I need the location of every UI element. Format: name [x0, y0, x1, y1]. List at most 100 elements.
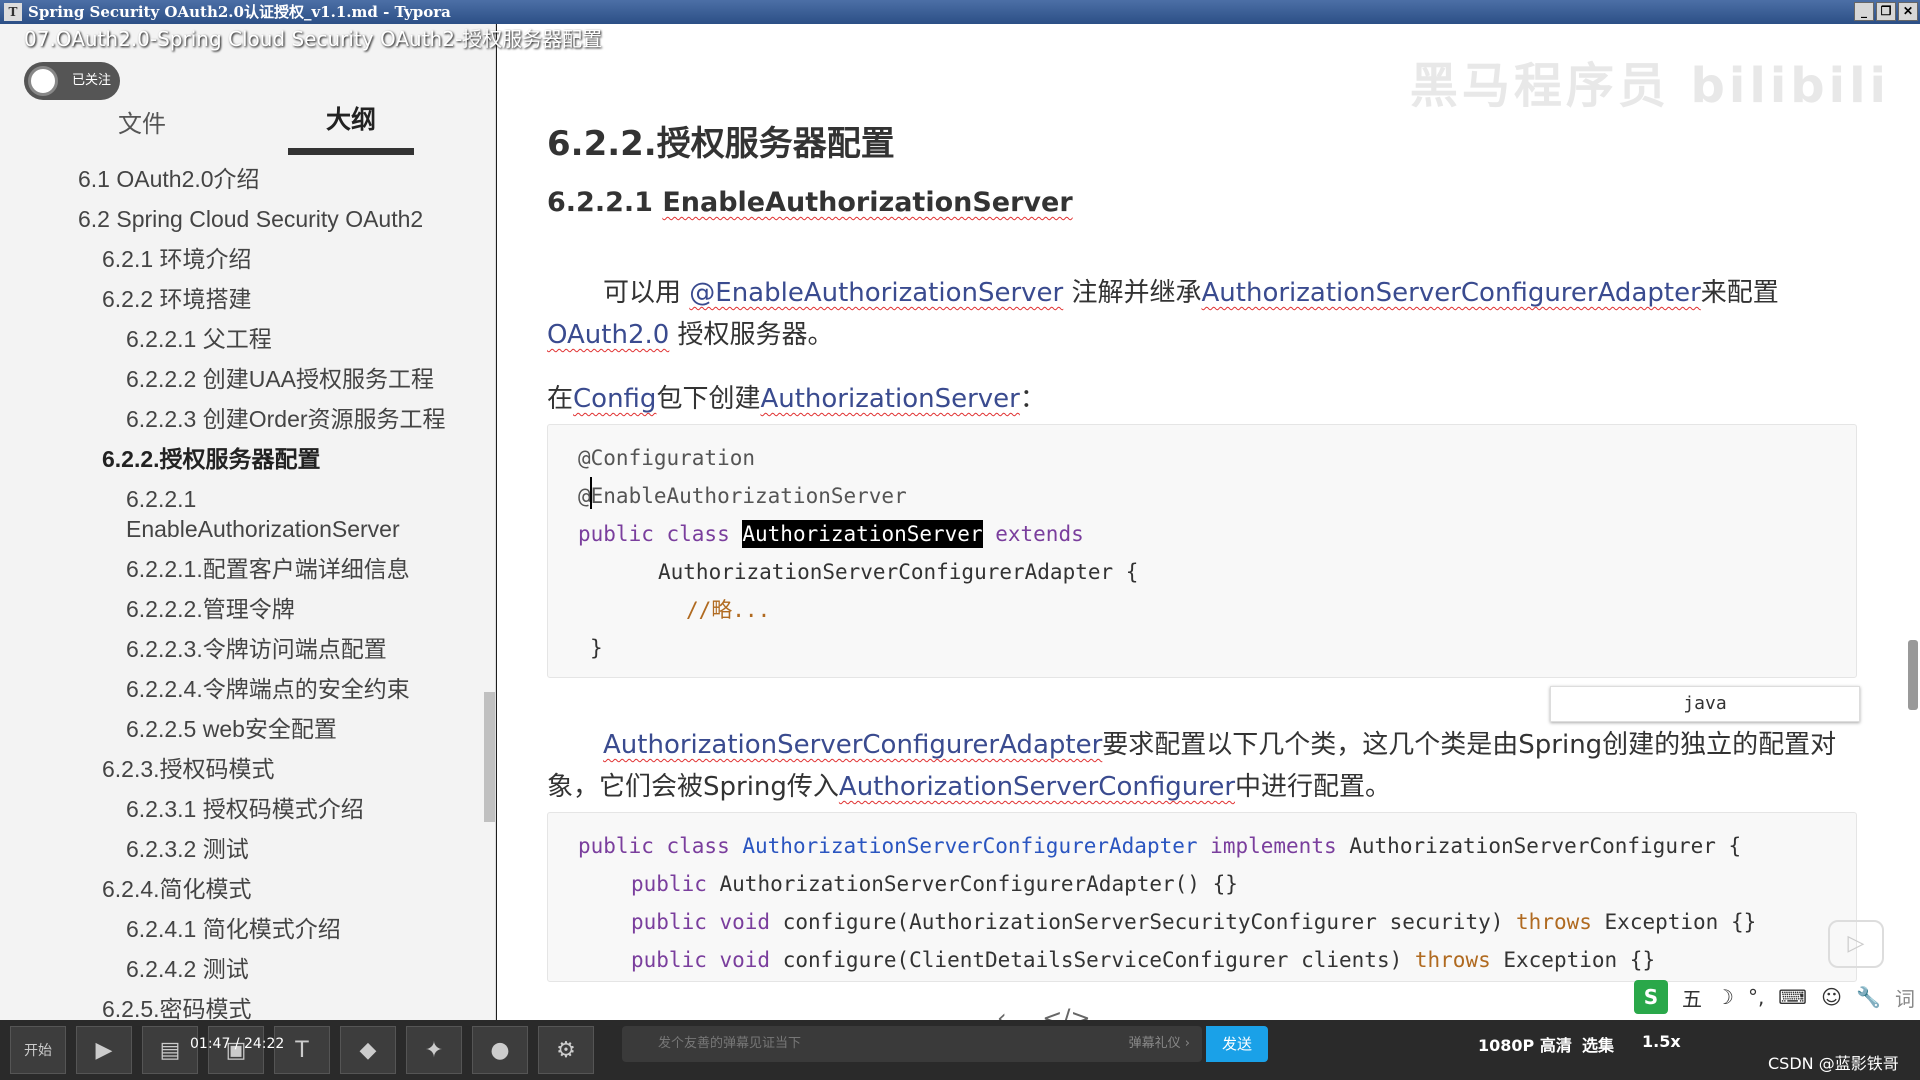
code-line: AuthorizationServerConfigurerAdapter {: [658, 560, 1139, 584]
outline-item[interactable]: 6.2 Spring Cloud Security OAuth2: [78, 204, 423, 234]
ime-ci: 词: [1894, 986, 1915, 1011]
chevron-left-icon[interactable]: ‹: [997, 1004, 1007, 1020]
outline-item[interactable]: 6.2.2.授权服务器配置: [102, 444, 321, 474]
video-title: 07.OAuth2.0-Spring Cloud Security OAuth2…: [24, 27, 603, 51]
app-icon[interactable]: ✦: [406, 1026, 462, 1074]
p3b-configurer: AuthorizationServerConfigurer: [838, 772, 1236, 802]
document-area: 黑马程序员 bilibili 6.2.2.授权服务器配置 6.2.2.1 Ena…: [497, 24, 1920, 1020]
danmu-etiquette-link[interactable]: 弹幕礼仪 ›: [1129, 1026, 1190, 1062]
playback-time: 01:47 / 24:22: [190, 1036, 285, 1052]
outline-item[interactable]: 6.2.3.授权码模式: [102, 754, 275, 784]
outline-item[interactable]: EnableAuthorizationServer: [126, 514, 400, 544]
outline-item[interactable]: 6.2.4.2 测试: [126, 954, 249, 984]
code-keyword: throws: [1414, 948, 1491, 972]
start-button[interactable]: 开始: [10, 1026, 66, 1074]
outline-item[interactable]: 6.2.4.简化模式: [102, 874, 252, 904]
close-button[interactable]: ✕: [1898, 2, 1918, 21]
follow-button[interactable]: 已关注: [24, 62, 120, 100]
follow-label: 已关注: [72, 73, 112, 88]
code-line: }: [590, 636, 603, 660]
document-scrollbar[interactable]: [1908, 640, 1918, 710]
code-block-2[interactable]: public class AuthorizationServerConfigur…: [547, 812, 1857, 982]
p1-text-e: 来配置: [1700, 278, 1779, 308]
code-language-label[interactable]: java: [1550, 686, 1860, 722]
code-keyword: public void: [631, 948, 783, 972]
outline-item[interactable]: 6.2.2.1: [126, 484, 196, 514]
code-keyword: public class: [578, 834, 743, 858]
tab-outline[interactable]: 大纲: [288, 100, 414, 155]
code-keyword: public: [631, 872, 720, 896]
danmu-input[interactable]: 发个友善的弹幕见证当下 弹幕礼仪 ›: [622, 1026, 1202, 1062]
outline-item[interactable]: 6.2.2.5 web安全配置: [126, 714, 337, 744]
episodes-button[interactable]: 选集: [1582, 1032, 1614, 1056]
outline-item[interactable]: 6.2.4.1 简化模式介绍: [126, 914, 341, 944]
paragraph-1: 可以用 @EnableAuthorizationServer 注解并继承Auth…: [547, 272, 1907, 314]
code-class: AuthorizationServerConfigurerAdapter: [742, 834, 1198, 858]
p3b-text-c: 中进行配置。: [1235, 772, 1392, 802]
paragraph-3: AuthorizationServerConfigurerAdapter要求配置…: [547, 724, 1907, 766]
outline-item[interactable]: 6.2.2.3.令牌访问端点配置: [126, 634, 387, 664]
send-button[interactable]: 发送: [1206, 1026, 1268, 1062]
user-icon[interactable]: ☺: [1821, 985, 1842, 1009]
punctuation-icon[interactable]: °,: [1748, 985, 1764, 1009]
wrench-icon[interactable]: 🔧: [1856, 985, 1881, 1009]
outline-item[interactable]: 6.2.2.2 创建UAA授权服务工程: [126, 364, 434, 394]
outline-item[interactable]: 6.2.3.2 测试: [126, 834, 249, 864]
outline-item[interactable]: 6.2.1 环境介绍: [102, 244, 252, 274]
sidebar-scrollbar[interactable]: [484, 692, 495, 822]
code-keyword: throws: [1516, 910, 1592, 934]
p2-class: AuthorizationServer: [760, 384, 1020, 414]
p1-text-c: 注解并继承: [1063, 278, 1202, 308]
outline-item[interactable]: 6.2.2.4.令牌端点的安全约束: [126, 674, 410, 704]
code-text: Exception {}: [1490, 948, 1656, 972]
speed-selector[interactable]: 1.5x: [1642, 1032, 1681, 1051]
app-icon[interactable]: ●: [472, 1026, 528, 1074]
outline-item[interactable]: 6.2.2.3 创建Order资源服务工程: [126, 404, 446, 434]
code-line: public void configure(ClientDetailsServi…: [578, 941, 1856, 979]
p2-text-e: ：: [1019, 384, 1046, 414]
outline-item[interactable]: 6.2.2.1 父工程: [126, 324, 272, 354]
heading-h2: 6.2.2.1 EnableAuthorizationServer: [547, 187, 1073, 218]
app-icon[interactable]: ◆: [340, 1026, 396, 1074]
minimize-button[interactable]: _: [1854, 2, 1874, 21]
code-line: public AuthorizationServerConfigurerAdap…: [578, 865, 1856, 903]
source-code-icon[interactable]: </>: [1042, 1004, 1090, 1020]
outline-item[interactable]: 6.2.2 环境搭建: [102, 284, 252, 314]
code-line: @EnableAuthorizationServer: [578, 484, 907, 508]
quality-selector[interactable]: 1080P 高清: [1478, 1032, 1572, 1056]
h2-number: 6.2.2.1: [547, 187, 663, 218]
p1-text-a: 可以用: [603, 278, 690, 308]
code-line: public class AuthorizationServerConfigur…: [578, 827, 1856, 865]
danmu-placeholder: 发个友善的弹幕见证当下: [658, 1036, 802, 1051]
code-keyword: extends: [982, 522, 1084, 546]
source-toggle-area: ‹ </>: [997, 1004, 1091, 1020]
outline-item[interactable]: 6.2.2.2.管理令牌: [126, 594, 295, 624]
outline-item[interactable]: 6.1 OAuth2.0介绍: [78, 164, 260, 194]
keyboard-icon[interactable]: ⌨: [1778, 985, 1807, 1009]
paragraph-3b: 象，它们会被Spring传入AuthorizationServerConfigu…: [547, 766, 1907, 808]
code-block-1[interactable]: @Configuration @EnableAuthorizationServe…: [547, 424, 1857, 678]
tab-file[interactable]: 文件: [118, 104, 166, 139]
outline-item[interactable]: 6.2.2.1.配置客户端详细信息: [126, 554, 410, 584]
play-button[interactable]: ▶: [76, 1026, 132, 1074]
outline-item[interactable]: 6.2.3.1 授权码模式介绍: [126, 794, 364, 824]
code-text: AuthorizationServerConfigurerAdapter() {…: [719, 872, 1238, 896]
p3b-text-a: 象，它们会被Spring传入: [547, 772, 839, 802]
code-text: Exception {}: [1591, 910, 1757, 934]
code-line: public class AuthorizationServer extends: [578, 515, 1856, 553]
p2-text-a: 在: [547, 384, 574, 414]
outline-item[interactable]: 6.2.5.密码模式: [102, 994, 252, 1020]
ime-wubi[interactable]: 五: [1682, 983, 1702, 1012]
danmu-settings-icon[interactable]: ⚙: [538, 1026, 594, 1074]
p1-annotation: @EnableAuthorizationServer: [689, 278, 1064, 308]
sogou-ime-icon[interactable]: S: [1634, 980, 1668, 1014]
h2-name: EnableAuthorizationServer: [662, 187, 1073, 218]
code-keyword: public class: [578, 522, 743, 546]
play-icon[interactable]: ▷: [1828, 920, 1884, 968]
moon-icon[interactable]: ☽: [1716, 985, 1734, 1009]
maximize-button[interactable]: ❐: [1876, 2, 1896, 21]
p3-text-b: 要求配置以下几个类，这几个类是由Sp: [1102, 730, 1552, 760]
p2-config: Config: [573, 384, 657, 414]
p2-text-c: 包下创建: [656, 384, 761, 414]
p3-text-c: ring创建的独立的配置对: [1551, 730, 1837, 760]
